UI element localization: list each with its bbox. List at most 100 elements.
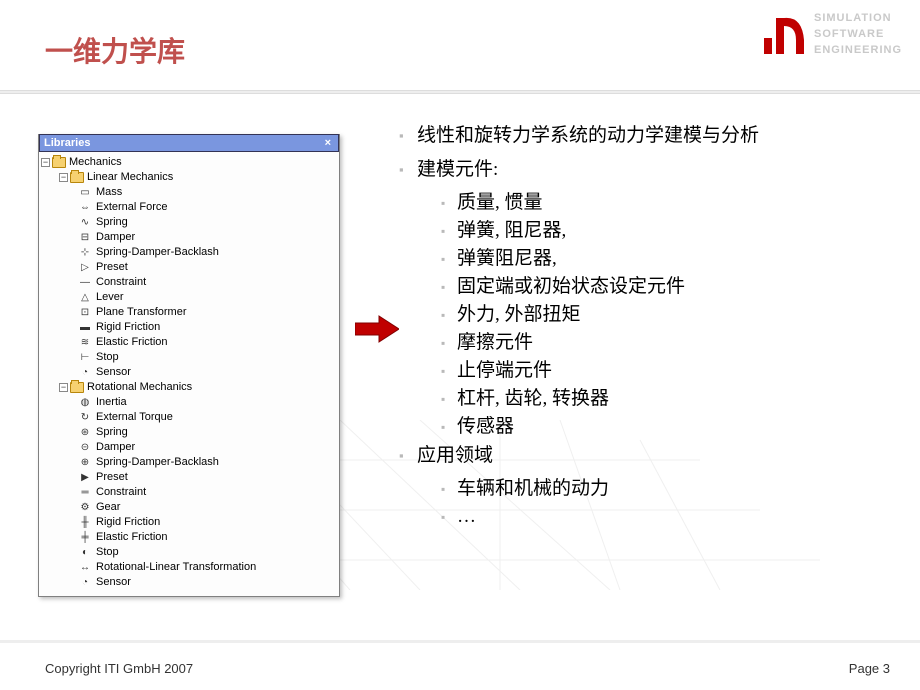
libraries-title: Libraries: [44, 137, 90, 149]
tree-label: Mass: [96, 185, 122, 200]
tree-leaf[interactable]: ◐Stop: [41, 545, 337, 560]
tree-leaf[interactable]: ⊛Spring: [41, 425, 337, 440]
bullet-l2: 杠杆, 齿轮, 转换器: [395, 386, 895, 412]
brand-line: ENGINEERING: [814, 42, 902, 58]
spring-damper-icon: ⊹: [77, 247, 93, 259]
collapse-icon[interactable]: −: [59, 173, 68, 182]
tree-label: Sensor: [96, 365, 131, 380]
tree-label: Damper: [96, 440, 135, 455]
bullet-l2: …: [395, 504, 895, 530]
copyright-text: Copyright ITI GmbH 2007: [45, 661, 193, 676]
spring-icon: ⊛: [77, 427, 93, 439]
constraint-icon: ═: [77, 487, 93, 499]
tree-label: Plane Transformer: [96, 305, 186, 320]
tree-label: Gear: [96, 500, 120, 515]
tree-leaf[interactable]: ◍Inertia: [41, 395, 337, 410]
close-icon[interactable]: ×: [322, 137, 334, 149]
collapse-icon[interactable]: −: [41, 158, 50, 167]
bullet-l2: 摩擦元件: [395, 330, 895, 356]
bullet-l2: 质量, 惯量: [395, 190, 895, 216]
tree-leaf[interactable]: ↔Rotational-Linear Transformation: [41, 560, 337, 575]
stop-icon: ⊢: [77, 352, 93, 364]
tree-label: Inertia: [96, 395, 127, 410]
sensor-icon: ◔: [77, 577, 93, 589]
transformer-icon: ⊡: [77, 307, 93, 319]
bullet-l2: 止停端元件: [395, 358, 895, 384]
content-list: 线性和旋转力学系统的动力学建模与分析 建模元件: 质量, 惯量 弹簧, 阻尼器,…: [395, 122, 895, 532]
friction-icon: ╫: [77, 517, 93, 529]
tree-label: Rotational Mechanics: [87, 380, 192, 395]
torque-icon: ↻: [77, 412, 93, 424]
tree-leaf[interactable]: ▬Rigid Friction: [41, 320, 337, 335]
bullet-l2: 弹簧阻尼器,: [395, 246, 895, 272]
tree-label: Preset: [96, 260, 128, 275]
tree-label: Rigid Friction: [96, 320, 160, 335]
tree-label: External Force: [96, 200, 168, 215]
tree-node-linear[interactable]: − Linear Mechanics: [41, 170, 337, 185]
bullet-l2: 传感器: [395, 414, 895, 440]
bullet-l1: 线性和旋转力学系统的动力学建模与分析: [395, 122, 895, 150]
spring-damper-icon: ⊕: [77, 457, 93, 469]
gear-icon: ⚙: [77, 502, 93, 514]
tree-label: Spring-Damper-Backlash: [96, 455, 219, 470]
tree-leaf[interactable]: ▭Mass: [41, 185, 337, 200]
tree-leaf[interactable]: ⊹Spring-Damper-Backlash: [41, 245, 337, 260]
tree-leaf[interactable]: ⊕Spring-Damper-Backlash: [41, 455, 337, 470]
folder-icon: [70, 172, 84, 183]
tree-label: Spring: [96, 425, 128, 440]
bullet-l2: 车辆和机械的动力: [395, 476, 895, 502]
tree-label: Rotational-Linear Transformation: [96, 560, 256, 575]
tree-label: External Torque: [96, 410, 173, 425]
lever-icon: △: [77, 292, 93, 304]
libraries-titlebar[interactable]: Libraries ×: [39, 134, 339, 152]
tree-leaf[interactable]: ◔Sensor: [41, 575, 337, 590]
tree-leaf[interactable]: ═Constraint: [41, 485, 337, 500]
tree-leaf[interactable]: ≋Elastic Friction: [41, 335, 337, 350]
tree-leaf[interactable]: —Constraint: [41, 275, 337, 290]
elastic-friction-icon: ╪: [77, 532, 93, 544]
tree-label: Preset: [96, 470, 128, 485]
library-tree[interactable]: − Mechanics − Linear Mechanics ▭Mass ⇔Ex…: [39, 152, 339, 596]
brand-block: SIMULATION SOFTWARE ENGINEERING: [762, 10, 902, 58]
tree-leaf[interactable]: ⇔External Force: [41, 200, 337, 215]
tree-leaf[interactable]: ◔Sensor: [41, 365, 337, 380]
tree-node-rotational[interactable]: − Rotational Mechanics: [41, 380, 337, 395]
tree-label: Elastic Friction: [96, 530, 168, 545]
libraries-panel: Libraries × − Mechanics − Linear Mechani…: [38, 134, 340, 597]
collapse-icon[interactable]: −: [59, 383, 68, 392]
tree-leaf[interactable]: ╫Rigid Friction: [41, 515, 337, 530]
damper-icon: ⊟: [77, 232, 93, 244]
tree-node-mechanics[interactable]: − Mechanics: [41, 155, 337, 170]
bullet-l1: 应用领域: [395, 442, 895, 470]
tree-label: Linear Mechanics: [87, 170, 173, 185]
tree-leaf[interactable]: ▷Preset: [41, 260, 337, 275]
bullet-l2: 弹簧, 阻尼器,: [395, 218, 895, 244]
damper-icon: ⊝: [77, 442, 93, 454]
bullet-l2: 固定端或初始状态设定元件: [395, 274, 895, 300]
tree-leaf[interactable]: ⊟Damper: [41, 230, 337, 245]
preset-icon: ▷: [77, 262, 93, 274]
tree-label: Spring: [96, 215, 128, 230]
tree-leaf[interactable]: ▶Preset: [41, 470, 337, 485]
tree-leaf[interactable]: △Lever: [41, 290, 337, 305]
tree-leaf[interactable]: ⊡Plane Transformer: [41, 305, 337, 320]
tree-leaf[interactable]: ╪Elastic Friction: [41, 530, 337, 545]
tree-leaf[interactable]: ⚙Gear: [41, 500, 337, 515]
constraint-icon: —: [77, 277, 93, 289]
force-icon: ⇔: [77, 202, 93, 214]
page-title: 一维力学库: [45, 30, 185, 70]
tree-leaf[interactable]: ↻External Torque: [41, 410, 337, 425]
inertia-icon: ◍: [77, 397, 93, 409]
iti-logo-icon: [762, 10, 808, 56]
tree-label: Elastic Friction: [96, 335, 168, 350]
spring-icon: ∿: [77, 217, 93, 229]
sensor-icon: ◔: [77, 367, 93, 379]
tree-leaf[interactable]: ⊝Damper: [41, 440, 337, 455]
tree-leaf[interactable]: ⊢Stop: [41, 350, 337, 365]
mass-icon: ▭: [77, 187, 93, 199]
tree-label: Lever: [96, 290, 124, 305]
preset-icon: ▶: [77, 472, 93, 484]
tree-leaf[interactable]: ∿Spring: [41, 215, 337, 230]
bullet-l1: 建模元件:: [395, 156, 895, 184]
stop-icon: ◐: [77, 547, 93, 559]
